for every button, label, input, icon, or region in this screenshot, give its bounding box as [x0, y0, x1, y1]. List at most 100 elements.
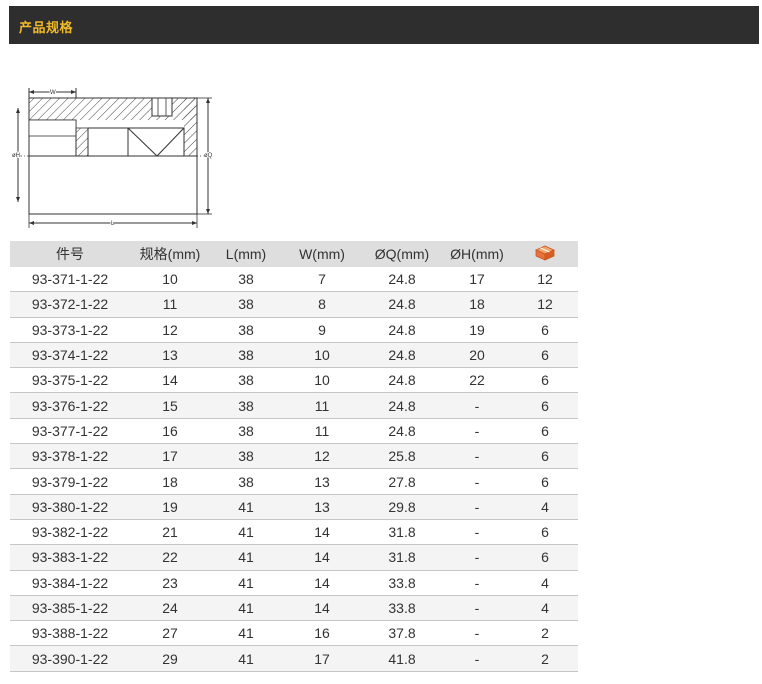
table-row: 93-385-1-22 24 41 14 33.8-4 [10, 595, 578, 622]
col-header-size: 规格(mm) [130, 241, 210, 267]
cell-size: 10 [130, 267, 210, 293]
cell-outer-dia: 24.8 [362, 317, 442, 343]
cell-size: 15 [130, 392, 210, 419]
cell-outer-dia: 33.8 [362, 570, 442, 596]
cell-head-dia: - [442, 494, 512, 520]
cell-part-no: 93-371-1-22 [10, 267, 130, 293]
cell-head-dia: 18 [442, 291, 512, 318]
cell-part-no: 93-376-1-22 [10, 392, 130, 419]
cell-length: 38 [210, 317, 282, 343]
table-row: 93-382-1-22 21 41 14 31.8-6 [10, 519, 578, 546]
diagram-label-w: W [50, 90, 56, 96]
cell-part-no: 93-374-1-22 [10, 342, 130, 369]
col-header-package-qty [512, 241, 578, 267]
cell-outer-dia: 24.8 [362, 418, 442, 445]
cell-package-qty: 12 [512, 291, 578, 318]
cell-outer-dia: 24.8 [362, 267, 442, 293]
cell-outer-dia: 31.8 [362, 519, 442, 546]
table-row: 93-379-1-22 18 38 13 27.8-6 [10, 468, 578, 495]
cell-length: 38 [210, 267, 282, 293]
cell-size: 14 [130, 367, 210, 394]
cell-package-qty: 6 [512, 519, 578, 546]
cell-package-qty: 4 [512, 595, 578, 622]
cell-package-qty: 6 [512, 418, 578, 445]
cell-width: 14 [282, 544, 362, 571]
diagram-label-l: L [111, 221, 115, 227]
cell-length: 38 [210, 468, 282, 495]
cell-package-qty: 6 [512, 544, 578, 571]
specification-table: 件号 规格(mm) L(mm) W(mm) ØQ(mm) ØH(mm) 93-3… [10, 241, 578, 672]
cell-part-no: 93-385-1-22 [10, 595, 130, 622]
cell-package-qty: 6 [512, 468, 578, 495]
cell-part-no: 93-388-1-22 [10, 620, 130, 647]
cell-outer-dia: 24.8 [362, 291, 442, 318]
diagram-label-q: øQ [204, 153, 213, 159]
cell-part-no: 93-373-1-22 [10, 317, 130, 343]
cell-package-qty: 4 [512, 570, 578, 596]
cell-head-dia: - [442, 620, 512, 647]
cell-part-no: 93-380-1-22 [10, 494, 130, 520]
section-title: 产品规格 [19, 21, 74, 36]
cell-package-qty: 2 [512, 645, 578, 672]
cell-outer-dia: 37.8 [362, 620, 442, 647]
cell-outer-dia: 24.8 [362, 342, 442, 369]
cell-length: 41 [210, 570, 282, 596]
cell-width: 10 [282, 342, 362, 369]
table-row: 93-375-1-22 14 38 10 24.8 22 6 [10, 367, 578, 394]
cell-length: 41 [210, 519, 282, 546]
cell-length: 38 [210, 291, 282, 318]
cell-head-dia: - [442, 443, 512, 470]
cell-outer-dia: 31.8 [362, 544, 442, 571]
cell-package-qty: 12 [512, 267, 578, 293]
cell-size: 23 [130, 570, 210, 596]
cell-length: 38 [210, 443, 282, 470]
cell-package-qty: 6 [512, 392, 578, 419]
table-row: 93-378-1-22 17 38 12 25.8-6 [10, 443, 578, 470]
cell-size: 16 [130, 418, 210, 445]
cell-head-dia: - [442, 645, 512, 672]
table-header-row: 件号 规格(mm) L(mm) W(mm) ØQ(mm) ØH(mm) [10, 241, 578, 267]
cell-size: 19 [130, 494, 210, 520]
cell-width: 12 [282, 443, 362, 470]
package-box-icon [535, 245, 555, 264]
cell-outer-dia: 27.8 [362, 468, 442, 495]
cell-width: 11 [282, 418, 362, 445]
cell-part-no: 93-384-1-22 [10, 570, 130, 596]
cell-head-dia: - [442, 392, 512, 419]
table-row: 93-372-1-22 11 38 8 24.8 18 12 [10, 291, 578, 318]
cell-part-no: 93-375-1-22 [10, 367, 130, 394]
cell-size: 11 [130, 291, 210, 318]
cell-length: 38 [210, 418, 282, 445]
cell-outer-dia: 25.8 [362, 443, 442, 470]
cell-length: 38 [210, 367, 282, 394]
table-row: 93-376-1-22 15 38 11 24.8-6 [10, 392, 578, 419]
cell-size: 21 [130, 519, 210, 546]
cell-width: 10 [282, 367, 362, 394]
cell-size: 24 [130, 595, 210, 622]
table-row: 93-377-1-22 16 38 11 24.8-6 [10, 418, 578, 445]
cell-width: 13 [282, 494, 362, 520]
table-row: 93-390-1-22 29 41 17 41.8-2 [10, 645, 578, 672]
cell-length: 41 [210, 645, 282, 672]
col-header-width: W(mm) [282, 241, 362, 267]
cell-package-qty: 6 [512, 443, 578, 470]
cell-package-qty: 6 [512, 317, 578, 343]
cell-part-no: 93-379-1-22 [10, 468, 130, 495]
cell-head-dia: 17 [442, 267, 512, 293]
cell-size: 18 [130, 468, 210, 495]
cell-length: 38 [210, 392, 282, 419]
cell-outer-dia: 29.8 [362, 494, 442, 520]
cell-head-dia: - [442, 544, 512, 571]
cell-outer-dia: 33.8 [362, 595, 442, 622]
col-header-part-no: 件号 [10, 241, 130, 267]
cell-part-no: 93-383-1-22 [10, 544, 130, 571]
cell-width: 11 [282, 392, 362, 419]
section-header-bar: 产品规格 [9, 6, 759, 44]
cell-head-dia: 22 [442, 367, 512, 394]
cell-package-qty: 6 [512, 342, 578, 369]
cell-width: 14 [282, 595, 362, 622]
table-row: 93-374-1-22 13 38 10 24.8 20 6 [10, 342, 578, 369]
table-row: 93-373-1-22 12 38 9 24.8 19 6 [10, 317, 578, 343]
cell-part-no: 93-382-1-22 [10, 519, 130, 546]
cell-head-dia: 20 [442, 342, 512, 369]
